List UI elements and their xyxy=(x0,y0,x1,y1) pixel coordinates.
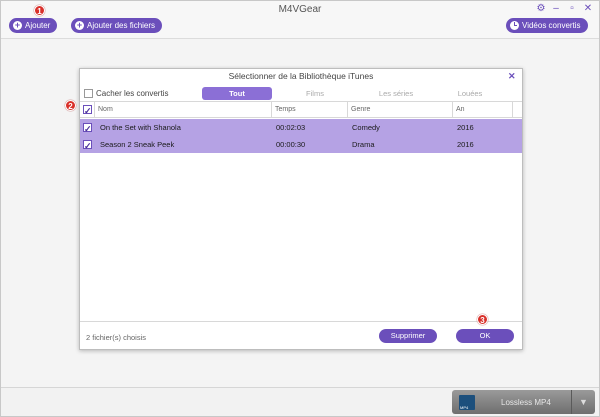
output-format-select[interactable]: Lossless MP4 ▼ xyxy=(452,390,595,414)
table-row[interactable]: On the Set with Shanola 00:02:03 Comedy … xyxy=(80,119,522,138)
app-window: M4VGear + Ajouter 1 + Ajouter des fichie… xyxy=(0,0,600,417)
row-time: 00:00:30 xyxy=(276,140,306,149)
hide-converted-checkbox[interactable]: Cacher les convertis xyxy=(84,89,168,98)
maximize-icon[interactable]: ▫ xyxy=(567,4,577,14)
add-button[interactable]: + Ajouter xyxy=(9,18,58,33)
column-header-time[interactable]: Temps xyxy=(272,102,348,118)
tab-films[interactable]: Films xyxy=(290,87,340,100)
hide-converted-label: Cacher les convertis xyxy=(96,89,169,98)
table-row[interactable]: Season 2 Sneak Peek 00:00:30 Drama 2016 xyxy=(80,136,522,155)
column-header-name[interactable]: Nom xyxy=(95,102,272,118)
dialog-title: Sélectionner de la Bibliothèque iTunes xyxy=(228,71,374,81)
tab-rentals[interactable]: Louées xyxy=(445,87,495,100)
step-badge-1: 1 xyxy=(34,5,45,16)
clock-icon xyxy=(510,21,519,30)
column-header-year[interactable]: An xyxy=(453,102,513,118)
plus-icon: + xyxy=(75,20,84,30)
output-format-label: Lossless MP4 xyxy=(501,397,551,407)
mp4-file-icon xyxy=(459,394,475,410)
row-year: 2016 xyxy=(457,140,474,149)
ok-button[interactable]: OK xyxy=(456,329,514,343)
row-name: Season 2 Sneak Peek xyxy=(100,140,175,149)
minimize-icon[interactable]: – xyxy=(551,4,561,14)
select-all-cell[interactable] xyxy=(80,102,95,119)
selected-count: 2 fichier(s) choisis xyxy=(86,333,147,342)
converted-videos-button[interactable]: Vidéos convertis xyxy=(506,18,588,33)
tab-all[interactable]: Tout xyxy=(202,87,272,100)
itunes-library-dialog: Sélectionner de la Bibliothèque iTunes ✕… xyxy=(79,68,523,350)
step-badge-3: 3 xyxy=(477,314,488,325)
add-files-button-label: Ajouter des fichiers xyxy=(87,21,156,30)
dialog-close-icon[interactable]: ✕ xyxy=(508,71,516,82)
dialog-footer: 2 fichier(s) choisis Supprimer OK xyxy=(80,321,522,349)
row-genre: Comedy xyxy=(352,123,380,132)
plus-icon: + xyxy=(13,20,22,30)
converted-videos-label: Vidéos convertis xyxy=(522,21,581,30)
row-name: On the Set with Shanola xyxy=(100,123,181,132)
row-genre: Drama xyxy=(352,140,375,149)
row-checkbox[interactable] xyxy=(83,121,92,138)
table-header: Nom Temps Genre An xyxy=(80,102,522,119)
checkbox-icon xyxy=(84,89,93,98)
row-year: 2016 xyxy=(457,123,474,132)
row-checkbox[interactable] xyxy=(83,138,92,155)
step-badge-2: 2 xyxy=(65,100,76,111)
gear-icon[interactable]: ⚙ xyxy=(536,4,546,14)
column-header-genre[interactable]: Genre xyxy=(348,102,453,118)
chevron-down-icon[interactable]: ▼ xyxy=(571,390,595,414)
close-icon[interactable]: ✕ xyxy=(583,4,593,14)
media-table: Nom Temps Genre An On the Set with Shano… xyxy=(80,101,522,321)
select-all-checkbox[interactable] xyxy=(83,103,92,119)
tab-series[interactable]: Les séries xyxy=(366,87,426,100)
app-title: M4VGear xyxy=(278,4,322,15)
add-files-button[interactable]: + Ajouter des fichiers xyxy=(71,18,163,33)
delete-button[interactable]: Supprimer xyxy=(379,329,437,343)
top-bar: M4VGear + Ajouter 1 + Ajouter des fichie… xyxy=(1,1,599,39)
row-time: 00:02:03 xyxy=(276,123,306,132)
add-button-label: Ajouter xyxy=(25,21,51,30)
